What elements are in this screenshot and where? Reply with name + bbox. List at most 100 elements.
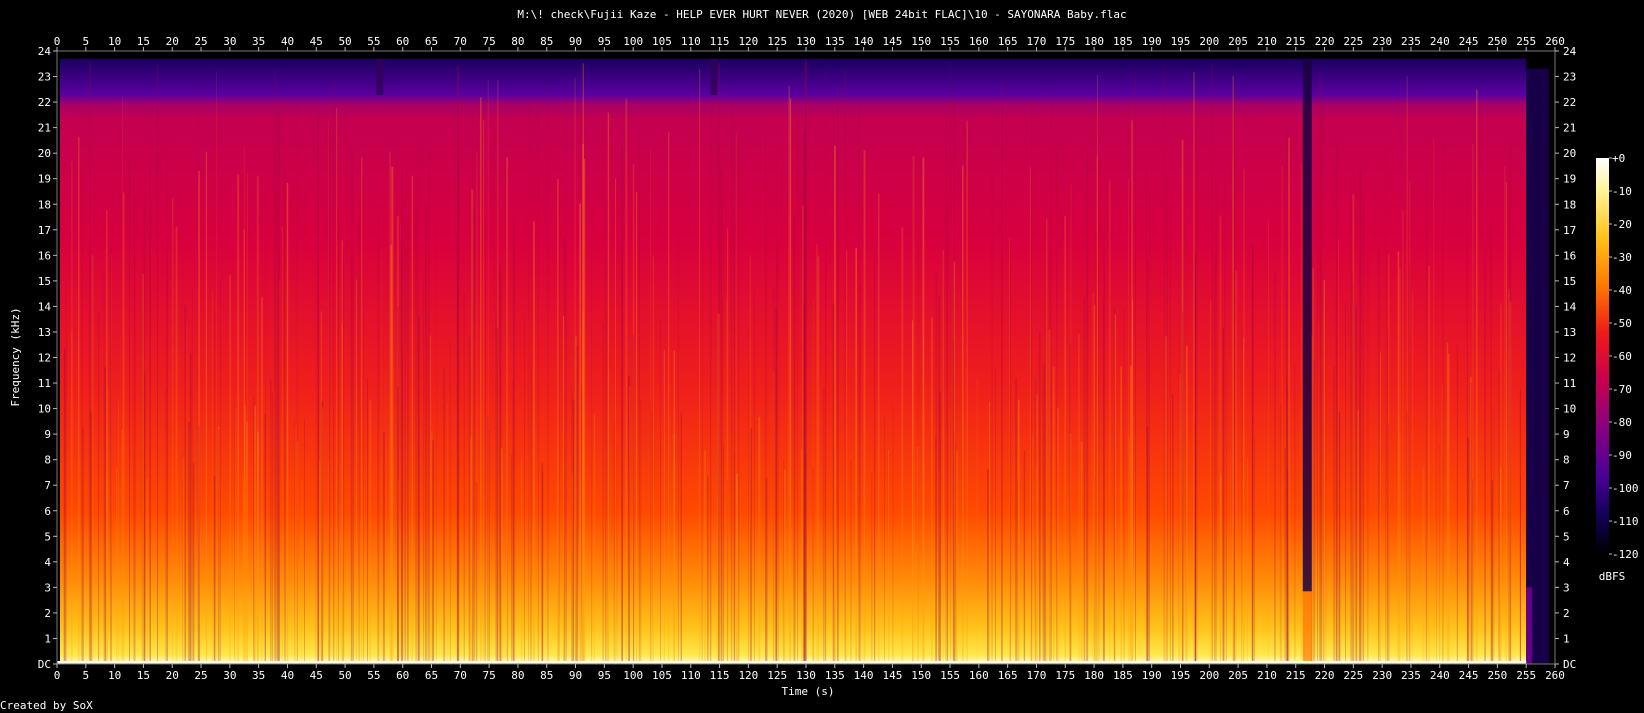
spectrogram-streak	[871, 472, 873, 664]
y-tick-label: 1	[44, 632, 51, 645]
spectrogram-streak	[407, 219, 409, 664]
x-tick-label: 65	[425, 35, 438, 48]
y-tick-label: 19	[1563, 173, 1576, 186]
spectrogram-streak	[358, 219, 360, 664]
x-tick-label: 10	[108, 669, 121, 682]
spectrogram-streak	[98, 312, 100, 664]
spectrogram-streak	[1029, 166, 1031, 664]
spectrogram-streak	[1223, 170, 1226, 664]
spectrogram-streak	[1333, 366, 1335, 664]
spectrogram-streak	[1001, 84, 1003, 664]
y-tick-label: 9	[1563, 428, 1570, 441]
spectrogram-streak	[699, 68, 701, 664]
y-tick-label: 12	[38, 352, 51, 365]
x-tick-label: 130	[796, 669, 816, 682]
spectrogram-streak	[513, 216, 514, 664]
spectrogram-streak	[1456, 344, 1458, 664]
x-tick-label: 255	[1516, 669, 1536, 682]
spectrogram-streak	[381, 249, 383, 664]
spectrogram-streak	[1086, 150, 1089, 665]
spectrogram-streak	[916, 446, 919, 664]
x-axis-label: Time (s)	[782, 685, 835, 698]
spectrogram-streak	[471, 189, 474, 664]
spectrogram-streak	[606, 187, 608, 664]
spectrogram-streak	[253, 397, 255, 664]
x-tick-label: 90	[569, 669, 582, 682]
spectrogram-streak	[663, 350, 665, 664]
spectrogram-streak	[625, 98, 628, 664]
x-tick-label: 0	[54, 669, 61, 682]
spectrogram-streak	[1476, 89, 1478, 664]
spectrogram-streak	[341, 323, 343, 664]
spectrogram-streak	[537, 93, 539, 664]
x-tick-label: 120	[738, 669, 758, 682]
x-tick-label: 190	[1142, 35, 1162, 48]
spectrogram-streak	[423, 277, 425, 664]
spectrogram-streak	[1096, 155, 1098, 665]
spectrogram-streak	[557, 179, 559, 664]
spectrogram-streak	[1113, 307, 1115, 664]
x-tick-label: 30	[223, 669, 236, 682]
spectrogram-streak	[1385, 143, 1387, 665]
y-tick-label: 20	[1563, 147, 1576, 160]
x-tick-label: 235	[1401, 669, 1421, 682]
spectrogram-streak	[1235, 270, 1237, 664]
spectrogram-streak	[141, 269, 143, 664]
spectrogram-streak	[1505, 182, 1507, 664]
spectrogram-streak	[1322, 274, 1324, 664]
x-tick-label: 240	[1430, 669, 1450, 682]
x-tick-label: 185	[1113, 35, 1133, 48]
colorbar-tick-label: -80	[1612, 416, 1632, 429]
spectrogram-streak	[1408, 263, 1411, 664]
spectrogram-streak	[1406, 76, 1408, 664]
spectrogram-streak	[863, 150, 866, 664]
x-tick-label: 165	[998, 35, 1018, 48]
colorbar-tick-label: -50	[1612, 317, 1632, 330]
y-tick-label: 6	[1563, 505, 1570, 518]
spectrogram-streak	[272, 393, 273, 664]
spectrogram-streak	[1472, 479, 1474, 664]
spectrogram-streak	[350, 151, 353, 664]
spectrogram-streak	[950, 59, 951, 664]
spectrogram-streak	[604, 258, 607, 664]
spectrogram-streak	[947, 202, 949, 664]
spectrogram-streak	[733, 453, 736, 664]
spectrogram-streak	[320, 311, 322, 664]
x-tick-label: 105	[652, 35, 672, 48]
spectrogram-streak	[457, 65, 460, 665]
spectrogram-streak	[1172, 393, 1174, 664]
spectrogram-streak	[1470, 376, 1472, 664]
spectrogram-streak	[945, 105, 947, 665]
spectrogram-streak	[129, 160, 130, 664]
spectrogram-streak	[730, 89, 733, 664]
spectrogram-streak	[822, 387, 825, 664]
x-tick-label: 20	[166, 35, 179, 48]
spectrogram-streak	[315, 266, 317, 664]
spectrogram-streak	[651, 412, 653, 664]
x-tick-label: 215	[1286, 669, 1306, 682]
x-tick-label: 170	[1027, 35, 1047, 48]
spectrogram-streak	[1222, 328, 1224, 664]
spectrogram-streak	[976, 378, 978, 664]
spectrogram-streak	[411, 176, 413, 665]
x-tick-label: 70	[454, 35, 467, 48]
spectrogram-streak	[1428, 265, 1430, 664]
y-tick-label: 1	[1563, 632, 1570, 645]
spectrogram-streak	[1232, 75, 1234, 665]
spectrogram-streak	[301, 482, 303, 664]
spectrogram-streak	[295, 425, 297, 664]
spectrogram-streak	[397, 306, 399, 664]
y-tick-label: 8	[44, 454, 51, 467]
spectrogram-streak	[1131, 120, 1133, 664]
spectrogram-streak	[513, 221, 516, 664]
spectrogram-streak	[530, 364, 531, 664]
spectrogram-streak	[149, 168, 151, 664]
x-tick-label: 70	[454, 669, 467, 682]
x-tick-label: 5	[82, 669, 89, 682]
x-tick-label: 80	[511, 35, 524, 48]
spectrogram-streak	[333, 81, 335, 664]
colorbar-tick-label: -30	[1612, 251, 1632, 264]
spectrogram-streak	[1102, 297, 1104, 664]
x-tick-label: 240	[1430, 35, 1450, 48]
spectrogram-streak	[192, 462, 195, 664]
